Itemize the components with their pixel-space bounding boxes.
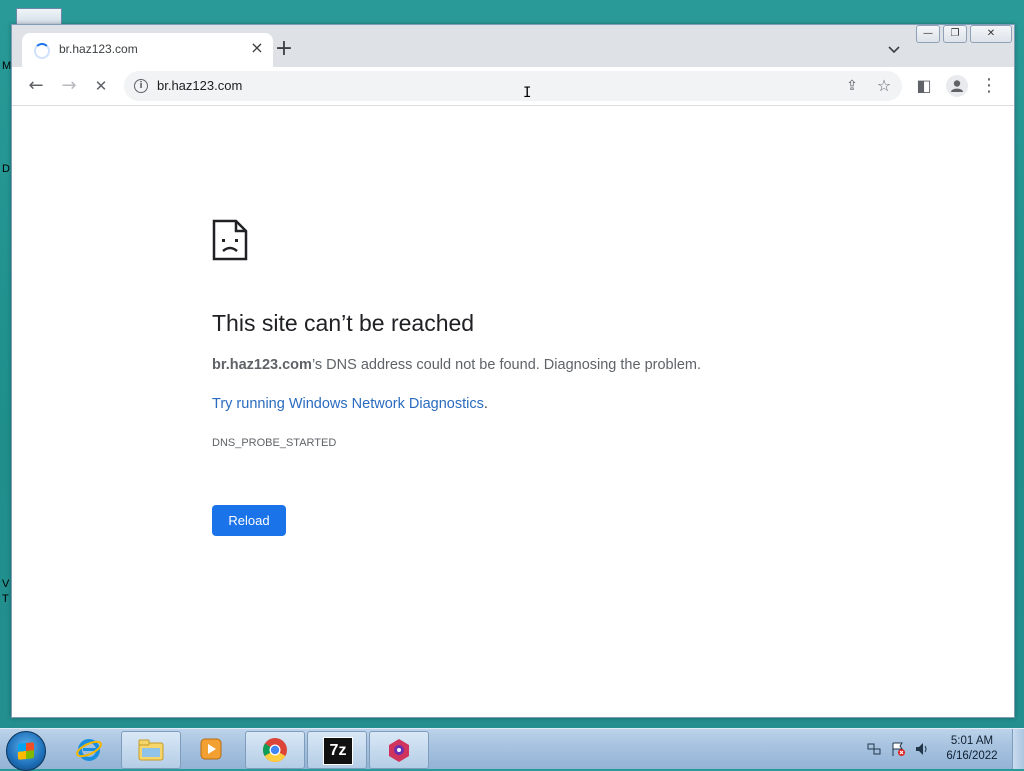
sad-document-icon <box>212 219 248 261</box>
taskbar-app-explorer[interactable] <box>121 731 181 769</box>
side-panel-icon[interactable]: ◧ <box>914 76 934 96</box>
taskbar-app-7zip[interactable]: 7z <box>307 731 367 769</box>
error-title: This site can’t be reached <box>212 310 475 336</box>
chrome-icon <box>263 738 287 763</box>
clock-date: 6/16/2022 <box>946 750 998 762</box>
forward-button[interactable]: → <box>57 74 81 98</box>
reload-button[interactable]: Reload <box>212 505 286 536</box>
maximize-button[interactable]: ❐ <box>943 25 967 43</box>
network-tray-icon[interactable] <box>866 741 882 757</box>
tab-title: br.haz123.com <box>59 42 138 56</box>
bookmark-star-icon[interactable]: ☆ <box>874 76 894 96</box>
tab-strip: br.haz123.com × + — ❐ ✕ <box>12 25 1014 67</box>
action-center-tray-icon[interactable] <box>890 741 906 757</box>
tab-active[interactable]: br.haz123.com × <box>22 33 273 67</box>
error-message-text: ’s DNS address could not be found. Diagn… <box>311 357 701 373</box>
desktop-icon-label: T <box>2 593 9 605</box>
taskbar: 7z 5:01 AM 6/16/2022 <box>0 728 1024 771</box>
error-code: DNS_PROBE_STARTED <box>212 437 337 449</box>
browser-window: br.haz123.com × + — ❐ ✕ ← → ✕ i br.haz12… <box>11 24 1015 718</box>
window-controls: — ❐ ✕ <box>916 25 1015 43</box>
volume-tray-icon[interactable] <box>914 741 930 757</box>
start-button[interactable] <box>6 731 46 771</box>
ie-icon <box>76 739 102 761</box>
new-tab-button[interactable]: + <box>274 38 294 60</box>
taskbar-app-ie[interactable] <box>60 731 118 767</box>
stop-button[interactable]: ✕ <box>89 74 113 98</box>
back-button[interactable]: ← <box>24 74 48 98</box>
clock-time: 5:01 AM <box>950 735 994 747</box>
menu-kebab-icon[interactable]: ⋮ <box>979 76 999 96</box>
diagnostics-line: Try running Windows Network Diagnostics. <box>212 396 488 412</box>
7zip-icon: 7z <box>323 737 353 765</box>
profile-icon <box>951 80 963 92</box>
chevron-down-icon <box>888 46 900 54</box>
tab-search-button[interactable] <box>884 39 904 59</box>
media-player-icon <box>200 738 222 760</box>
text-cursor-icon: I <box>523 85 532 101</box>
folder-icon <box>138 739 164 761</box>
show-desktop-button[interactable] <box>1012 729 1024 769</box>
error-host: br.haz123.com <box>212 357 312 373</box>
taskbar-app-other[interactable] <box>369 731 429 769</box>
share-icon[interactable]: ⇪ <box>842 76 862 96</box>
desktop-icon-label: V <box>2 578 10 590</box>
speaker-icon <box>916 743 927 755</box>
tab-close-icon[interactable]: × <box>248 39 266 57</box>
taskbar-app-chrome[interactable] <box>245 731 305 769</box>
network-diagnostics-link[interactable]: Try running Windows Network Diagnostics <box>212 396 484 412</box>
diagnostics-period: . <box>483 396 488 412</box>
error-message: br.haz123.com’s DNS address could not be… <box>212 357 701 373</box>
address-input[interactable]: br.haz123.com <box>157 78 242 93</box>
site-info-icon[interactable]: i <box>134 79 148 93</box>
profile-avatar[interactable] <box>946 75 968 97</box>
flag-error-icon <box>892 742 905 756</box>
browser-toolbar: ← → ✕ i br.haz123.com ⇪ ☆ ◧ ⋮ <box>12 67 1014 106</box>
app-icon <box>389 739 409 762</box>
desktop-icon-label: M <box>2 60 12 72</box>
desktop-icon-label: D <box>2 163 10 175</box>
minimize-button[interactable]: — <box>916 25 940 43</box>
network-icon <box>867 743 881 755</box>
system-clock[interactable]: 5:01 AM 6/16/2022 <box>942 734 1002 764</box>
close-window-button[interactable]: ✕ <box>970 25 1012 43</box>
taskbar-app-media-player[interactable] <box>182 731 240 767</box>
error-page: This site can’t be reached br.haz123.com… <box>12 106 1014 717</box>
loading-spinner-icon <box>34 43 50 59</box>
address-bar[interactable]: i br.haz123.com ⇪ ☆ <box>124 71 902 101</box>
